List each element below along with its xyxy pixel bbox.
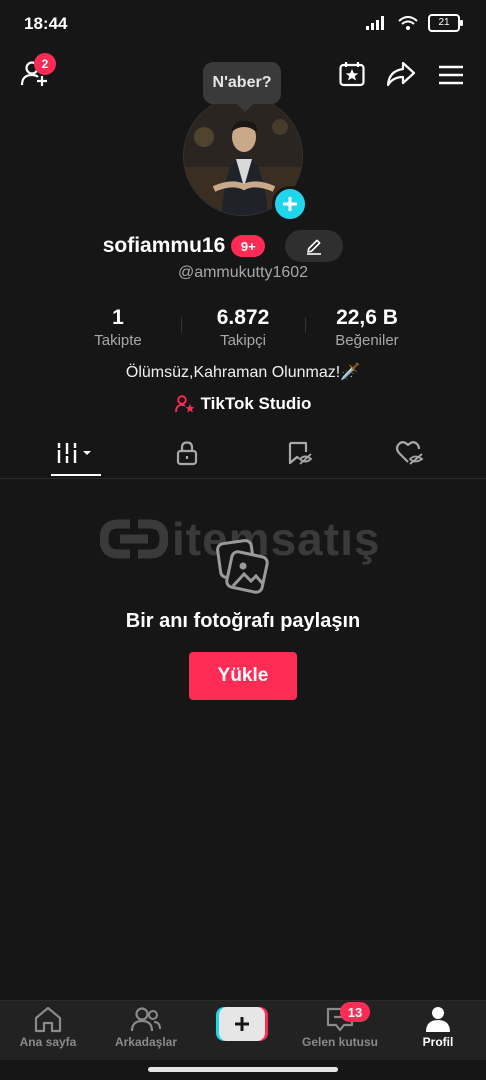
status-icons: 21 [366, 14, 463, 32]
tab-liked[interactable] [380, 430, 440, 476]
nav-friends-label: Arkadaşlar [114, 1035, 178, 1049]
nav-profile-label: Profil [422, 1035, 454, 1049]
stat-likes[interactable]: 22,6 B Beğeniler [307, 306, 427, 349]
home-indicator[interactable] [148, 1067, 338, 1072]
friends-icon [130, 1007, 161, 1032]
photo-placeholder [213, 538, 273, 603]
pencil-icon [307, 239, 322, 255]
active-tab-indicator [51, 474, 101, 476]
user-handle: @ammukutty1602 [177, 264, 309, 281]
nav-home[interactable]: Ana sayfa [0, 1005, 96, 1049]
status-tooltip[interactable]: N'aber? [203, 62, 281, 112]
username: sofiammu16 [102, 234, 226, 257]
stat-followers[interactable]: 6.872 Takipçi [183, 306, 303, 349]
watermark-text: itemsatış [172, 513, 381, 565]
followers-label: Takipçi [220, 332, 266, 349]
tab-videos[interactable] [46, 430, 106, 476]
heart-hidden-icon [395, 441, 424, 465]
nav-home-label: Ana sayfa [19, 1035, 77, 1049]
likes-count: 22,6 B [336, 306, 398, 329]
create-plus-icon [216, 1007, 268, 1041]
calendar-star-icon [339, 62, 365, 87]
battery-indicator: 21 [428, 14, 463, 32]
share-profile-button[interactable] [386, 60, 416, 93]
tiktok-studio-link[interactable]: TikTok Studio [0, 394, 486, 414]
add-story-button[interactable] [272, 186, 308, 222]
bookmark-hidden-icon [288, 441, 313, 465]
nav-inbox-label: Gelen kutusu [301, 1035, 378, 1049]
inbox-badge: 13 [340, 1002, 370, 1022]
grid-icon [57, 443, 91, 463]
signal-icon [366, 16, 384, 30]
watermark-logo-icon [100, 519, 168, 559]
likes-label: Beğeniler [335, 332, 399, 349]
creator-icon [174, 395, 195, 413]
stat-divider [181, 317, 182, 333]
status-time: 18:44 [24, 14, 68, 33]
profile-bio: Ölümsüz,Kahraman Olunmaz!🗡️ [125, 364, 361, 381]
following-count: 1 [112, 306, 124, 329]
menu-button[interactable] [438, 64, 464, 91]
profile-icon [426, 1007, 450, 1032]
following-label: Takipte [94, 332, 142, 349]
nav-profile[interactable]: Profil [390, 1005, 486, 1049]
share-icon [386, 61, 416, 87]
nav-friends[interactable]: Arkadaşlar [98, 1005, 194, 1049]
stat-divider [305, 317, 306, 333]
home-icon [34, 1006, 62, 1033]
upload-button[interactable]: Yükle [189, 652, 297, 700]
hamburger-menu-icon [439, 65, 463, 85]
tab-private[interactable] [157, 430, 217, 476]
plus-icon [283, 197, 297, 211]
content-tabs [0, 430, 486, 479]
photos-icon [216, 539, 269, 594]
username-row: sofiammu16 9+ [0, 230, 486, 262]
empty-state-title: Bir anı fotoğrafı paylaşın [125, 610, 361, 632]
username-badge[interactable]: 9+ [231, 235, 266, 257]
friends-badge: 2 [34, 53, 56, 75]
tab-saved[interactable] [270, 430, 330, 476]
lock-icon [176, 441, 198, 466]
edit-profile-button[interactable] [285, 230, 344, 262]
events-button[interactable] [338, 60, 366, 93]
stat-following[interactable]: 1 Takipte [58, 306, 178, 349]
followers-count: 6.872 [216, 306, 270, 329]
tiktok-studio-label: TikTok Studio [200, 394, 312, 413]
wifi-icon [398, 15, 418, 30]
create-button[interactable] [216, 1007, 268, 1041]
